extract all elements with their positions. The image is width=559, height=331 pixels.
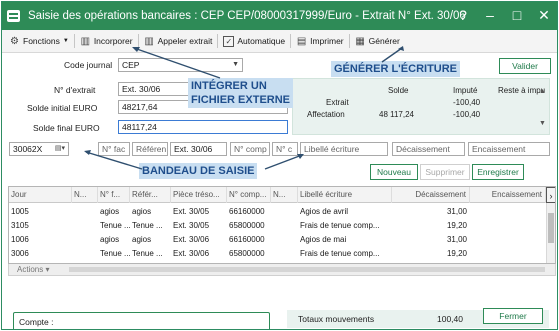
arrow-to-generer	[381, 47, 403, 63]
app-window: Saisie des opérations bancaires : CEP CE…	[1, 1, 558, 330]
fermer-button[interactable]: Fermer	[483, 308, 543, 324]
arrow-to-incorporer	[133, 47, 221, 79]
callout-arrows	[84, 46, 404, 170]
arrow-bandeau-right	[264, 154, 303, 170]
arrow-bandeau-left	[85, 151, 143, 170]
arrowhead-bandeau-left	[84, 150, 91, 155]
